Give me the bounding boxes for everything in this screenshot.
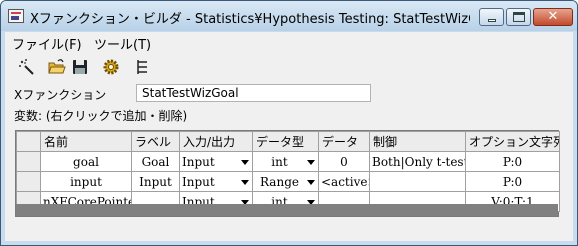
cell-control[interactable] (369, 171, 466, 192)
cell-data[interactable]: 0 (318, 151, 370, 172)
variables-label: 変数: (右クリックで追加・削除) (14, 109, 188, 123)
dropdown-arrow-icon[interactable] (241, 180, 249, 185)
dropdown-arrow-icon[interactable] (307, 180, 315, 185)
minimize-icon (488, 19, 496, 22)
table-row[interactable]: input Input Input Range <active> P:0 (16, 171, 560, 192)
menu-file[interactable]: ファイル(F) (12, 34, 82, 53)
client-area: Xファンクション 変数: (右クリックで追加・削除) 名前 ラベル 入力/出力 … (5, 52, 573, 241)
cell-type-dropdown[interactable]: int (252, 151, 319, 172)
title-bar[interactable]: Xファンクション・ビルダ - Statistics¥Hypothesis Tes… (1, 1, 577, 31)
column-header-type[interactable]: データ型 (252, 131, 319, 152)
grid-empty-area[interactable] (16, 204, 558, 216)
dropdown-arrow-icon[interactable] (241, 160, 249, 165)
row-header[interactable] (16, 151, 41, 172)
xfunction-label: Xファンクション (14, 88, 107, 102)
cell-label[interactable]: Goal (131, 151, 180, 172)
cell-label[interactable]: Input (131, 171, 180, 192)
cell-option[interactable]: P:0 (465, 171, 560, 192)
minimize-button[interactable] (479, 8, 504, 26)
gear-icon[interactable] (101, 57, 121, 77)
column-header-io[interactable]: 入力/出力 (179, 131, 253, 152)
cell-type-dropdown[interactable]: Range (252, 171, 319, 192)
cell-io-dropdown[interactable]: Input (179, 171, 253, 192)
cell-data[interactable]: <active> (318, 171, 370, 192)
variables-grid[interactable]: 名前 ラベル 入力/出力 データ型 データ 制御 オプション文字列 goal G… (15, 130, 560, 217)
table-row[interactable]: goal Goal Input int 0 Both|Only t-test P… (16, 151, 560, 172)
column-header-option[interactable]: オプション文字列 (465, 131, 560, 152)
cell-io-value: Input (182, 154, 215, 169)
window-title: Xファンクション・ビルダ - Statistics¥Hypothesis Tes… (30, 12, 470, 27)
app-icon[interactable] (8, 9, 24, 23)
cell-control[interactable]: Both|Only t-test (369, 151, 466, 172)
cell-io-value: Input (182, 174, 215, 189)
tree-list-icon[interactable] (133, 57, 153, 77)
menu-tools[interactable]: ツール(T) (94, 34, 151, 53)
column-header-data[interactable]: データ (318, 131, 370, 152)
close-icon: ✕ (547, 9, 559, 24)
xfunction-builder-window: Xファンクション・ビルダ - Statistics¥Hypothesis Tes… (0, 0, 578, 246)
row-header[interactable] (16, 171, 41, 192)
cell-name[interactable]: input (40, 171, 132, 192)
cell-option[interactable]: P:0 (465, 151, 560, 172)
column-header-control[interactable]: 制御 (369, 131, 466, 152)
xfunction-name-input[interactable] (136, 84, 371, 102)
grid-header-row: 名前 ラベル 入力/出力 データ型 データ 制御 オプション文字列 (16, 131, 560, 152)
menu-bar: ファイル(F) ツール(T) (5, 32, 573, 53)
open-folder-icon[interactable] (47, 57, 67, 77)
maximize-button[interactable] (506, 8, 531, 26)
close-button[interactable]: ✕ (533, 8, 573, 26)
save-disk-icon[interactable] (70, 57, 90, 77)
magic-wand-icon[interactable] (17, 57, 37, 77)
cell-io-dropdown[interactable]: Input (179, 151, 253, 172)
column-header-name[interactable]: 名前 (40, 131, 132, 152)
dropdown-arrow-icon[interactable] (307, 160, 315, 165)
maximize-icon (513, 12, 525, 22)
column-header-label[interactable]: ラベル (131, 131, 180, 152)
grid-corner[interactable] (16, 131, 41, 152)
cell-name[interactable]: goal (40, 151, 132, 172)
